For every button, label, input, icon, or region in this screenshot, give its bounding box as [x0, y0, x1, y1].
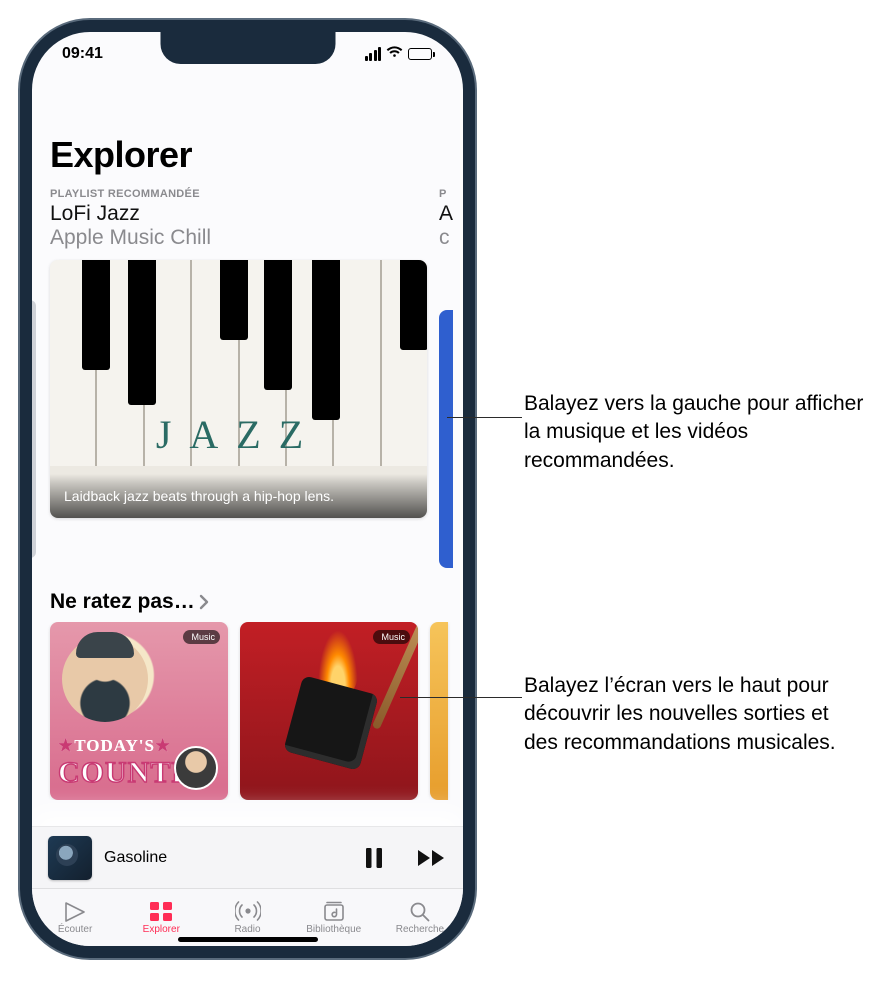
hero-title: LoFi Jazz [50, 202, 427, 226]
notch [160, 32, 335, 64]
battery-icon [408, 48, 435, 60]
callout-leader-line [400, 697, 522, 698]
next-track-button[interactable] [417, 843, 447, 873]
callout-swipe-up: Balayez l’écran vers le haut pour découv… [524, 672, 864, 757]
hero-card-left-peek[interactable] [32, 300, 36, 558]
section-header-dont-miss[interactable]: Ne ratez pas… [32, 568, 463, 622]
section-title: Ne ratez pas… [50, 590, 195, 614]
tile-burning-match[interactable]: Music [240, 622, 418, 800]
hero-caption: Laidback jazz beats through a hip-hop le… [50, 474, 427, 518]
cellular-icon [365, 47, 382, 61]
tile-peek-right[interactable] [430, 622, 448, 800]
pause-button[interactable] [359, 843, 389, 873]
apple-music-badge: Music [183, 630, 220, 644]
screen-scroll-area[interactable]: Explorer PLAYLIST RECOMMANDÉE LoFi Jazz … [32, 76, 463, 946]
hero-art-text: JAZZ [50, 411, 427, 458]
chevron-right-icon [199, 594, 209, 610]
tile-todays-country[interactable]: Music ★TODAY'S★ COUNTRY [50, 622, 228, 800]
page-title: Explorer [32, 76, 463, 178]
tab-search[interactable]: Recherche [377, 889, 463, 946]
hero-carousel[interactable]: PLAYLIST RECOMMANDÉE LoFi Jazz Apple Mus… [32, 178, 463, 568]
tile-curator-avatar [174, 746, 218, 790]
iphone-frame: 09:41 Explorer PLAYLIST RECOMMANDÉE [20, 20, 475, 958]
mini-player-title: Gasoline [104, 849, 359, 867]
status-time: 09:41 [62, 45, 103, 63]
mini-player-artwork[interactable] [48, 836, 92, 880]
mini-player[interactable]: Gasoline [32, 826, 463, 888]
dont-miss-row[interactable]: Music ★TODAY'S★ COUNTRY Music [32, 622, 463, 800]
callout-leader-line [447, 417, 522, 418]
hero-subtitle: Apple Music Chill [50, 226, 427, 250]
callout-swipe-left: Balayez vers la gauche pour afficher la … [524, 390, 864, 475]
apple-music-badge: Music [373, 630, 410, 644]
hero-card-next-peek[interactable]: P A c [439, 188, 453, 568]
tab-listen[interactable]: Écouter [32, 889, 118, 946]
wifi-icon [386, 45, 403, 63]
hero-card-lofi-jazz[interactable]: PLAYLIST RECOMMANDÉE LoFi Jazz Apple Mus… [50, 188, 427, 568]
home-indicator[interactable] [178, 937, 318, 942]
hero-artwork[interactable]: JAZZ Laidback jazz beats through a hip-h… [50, 260, 427, 518]
hero-eyebrow: PLAYLIST RECOMMANDÉE [50, 188, 427, 200]
